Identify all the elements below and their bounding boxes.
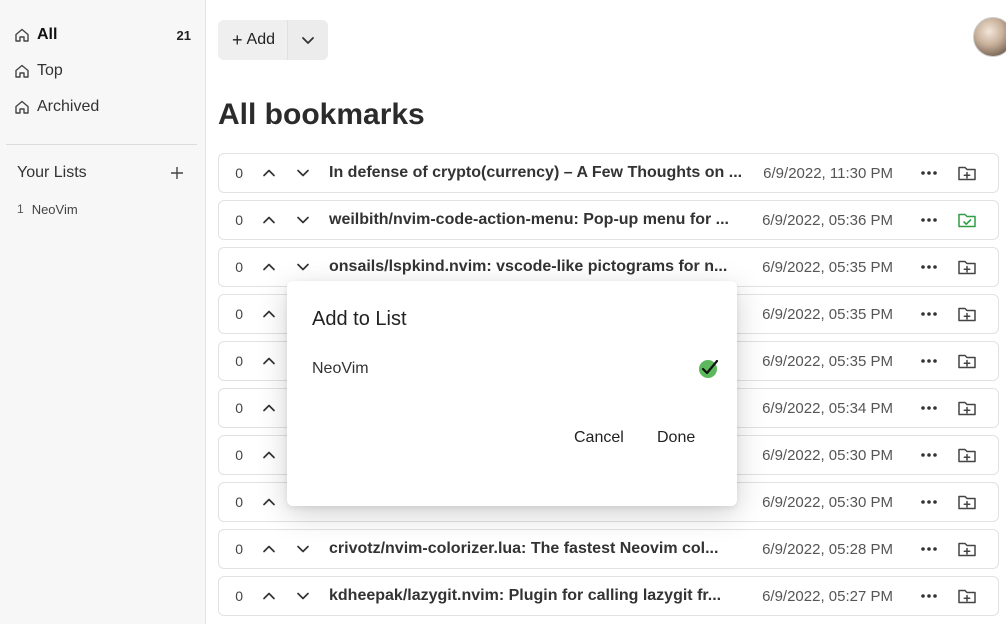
vote-score: 0	[235, 447, 243, 463]
sidebar-item-label: Top	[37, 62, 63, 79]
vote-score: 0	[235, 353, 243, 369]
upvote-icon[interactable]	[261, 165, 277, 181]
more-options-icon[interactable]	[919, 163, 939, 183]
bookmark-row[interactable]: 0 weilbith/nvim-code-action-menu: Pop-up …	[218, 200, 999, 240]
bookmark-date: 6/9/2022, 05:34 PM	[762, 399, 893, 417]
cancel-button[interactable]: Cancel	[574, 429, 624, 447]
add-button-group: + Add	[218, 20, 328, 60]
more-options-icon[interactable]	[919, 539, 939, 559]
more-options-icon[interactable]	[919, 586, 939, 606]
bookmark-title[interactable]: In defense of crypto(currency) – A Few T…	[329, 164, 751, 182]
add-to-folder-icon[interactable]	[957, 492, 977, 512]
bookmark-date: 6/9/2022, 05:30 PM	[762, 446, 893, 464]
bookmark-date: 6/9/2022, 05:27 PM	[762, 587, 893, 605]
home-icon	[15, 64, 29, 78]
more-options-icon[interactable]	[919, 492, 939, 512]
downvote-icon[interactable]	[295, 212, 311, 228]
sidebar-item-label: Archived	[37, 98, 100, 115]
downvote-icon[interactable]	[295, 259, 311, 275]
upvote-icon[interactable]	[261, 400, 277, 416]
bookmark-title[interactable]: kdheepak/lazygit.nvim: Plugin for callin…	[329, 587, 751, 605]
sidebar-item-label: All	[37, 26, 58, 43]
upvote-icon[interactable]	[261, 306, 277, 322]
bookmark-date: 6/9/2022, 05:35 PM	[762, 258, 893, 276]
add-list-icon[interactable]	[169, 165, 185, 181]
done-button[interactable]: Done	[657, 429, 695, 447]
more-options-icon[interactable]	[919, 210, 939, 230]
add-to-folder-icon[interactable]	[957, 304, 977, 324]
upvote-icon[interactable]	[261, 212, 277, 228]
lists-title: Your Lists	[17, 164, 87, 181]
vote-score: 0	[235, 259, 243, 275]
sidebar-divider	[6, 144, 197, 145]
add-to-folder-icon[interactable]	[957, 257, 977, 277]
add-to-list-dialog: Add to List NeoVim Cancel Done	[287, 281, 737, 506]
add-to-folder-icon[interactable]	[957, 163, 977, 183]
upvote-icon[interactable]	[261, 541, 277, 557]
dialog-title: Add to List	[312, 308, 407, 330]
more-options-icon[interactable]	[919, 304, 939, 324]
sidebar-item-top[interactable]: Top	[14, 59, 191, 83]
bookmark-date: 6/9/2022, 05:35 PM	[762, 305, 893, 323]
vote-score: 0	[235, 400, 243, 416]
more-options-icon[interactable]	[919, 257, 939, 277]
page-title: All bookmarks	[218, 98, 425, 131]
more-options-icon[interactable]	[919, 351, 939, 371]
bookmark-date: 6/9/2022, 05:30 PM	[762, 493, 893, 511]
add-to-folder-icon[interactable]	[957, 210, 977, 230]
sidebar-item-archived[interactable]: Archived	[14, 95, 191, 119]
sidebar-list-neovim[interactable]: 1 NeoVim	[17, 200, 78, 218]
bookmark-date: 6/9/2022, 05:35 PM	[762, 352, 893, 370]
bookmark-date: 6/9/2022, 05:36 PM	[762, 211, 893, 229]
more-options-icon[interactable]	[919, 445, 939, 465]
add-to-folder-icon[interactable]	[957, 351, 977, 371]
upvote-icon[interactable]	[261, 353, 277, 369]
list-index: 1	[17, 202, 24, 216]
add-to-folder-icon[interactable]	[957, 586, 977, 606]
lists-header: Your Lists	[17, 162, 185, 184]
check-icon[interactable]	[697, 356, 721, 380]
vote-score: 0	[235, 588, 243, 604]
dialog-list-name: NeoVim	[312, 360, 369, 377]
bookmark-title[interactable]: crivotz/nvim-colorizer.lua: The fastest …	[329, 540, 751, 558]
add-to-folder-icon[interactable]	[957, 445, 977, 465]
downvote-icon[interactable]	[295, 165, 311, 181]
avatar[interactable]	[973, 17, 1006, 57]
home-icon	[15, 28, 29, 42]
home-icon	[15, 100, 29, 114]
vote-score: 0	[235, 494, 243, 510]
bookmark-count: 21	[176, 27, 191, 43]
bookmark-title[interactable]: onsails/lspkind.nvim: vscode-like pictog…	[329, 258, 751, 276]
add-to-folder-icon[interactable]	[957, 398, 977, 418]
sidebar: All 21 Top Archived Your Lists 1 NeoVim	[0, 0, 206, 624]
upvote-icon[interactable]	[261, 588, 277, 604]
upvote-icon[interactable]	[261, 447, 277, 463]
upvote-icon[interactable]	[261, 259, 277, 275]
vote-score: 0	[235, 306, 243, 322]
bookmark-row[interactable]: 0 crivotz/nvim-colorizer.lua: The fastest…	[218, 529, 999, 569]
bookmark-title[interactable]: weilbith/nvim-code-action-menu: Pop-up m…	[329, 211, 751, 229]
vote-score: 0	[235, 212, 243, 228]
add-label: Add	[246, 31, 275, 48]
chevron-down-icon	[302, 37, 314, 44]
more-options-icon[interactable]	[919, 398, 939, 418]
upvote-icon[interactable]	[261, 494, 277, 510]
bookmark-row[interactable]: 0 kdheepak/lazygit.nvim: Plugin for calli…	[218, 576, 999, 616]
sidebar-item-all[interactable]: All 21	[14, 23, 191, 47]
add-to-folder-icon[interactable]	[957, 539, 977, 559]
plus-icon: +	[232, 29, 243, 50]
vote-score: 0	[235, 541, 243, 557]
bookmark-date: 6/9/2022, 11:30 PM	[763, 164, 893, 182]
list-label: NeoVim	[31, 201, 78, 217]
bookmark-date: 6/9/2022, 05:28 PM	[762, 540, 893, 558]
bookmark-row[interactable]: 0 In defense of crypto(currency) – A Few …	[218, 153, 999, 193]
vote-score: 0	[235, 165, 243, 181]
add-dropdown-button[interactable]	[287, 20, 328, 60]
downvote-icon[interactable]	[295, 588, 311, 604]
add-button[interactable]: + Add	[218, 20, 288, 60]
downvote-icon[interactable]	[295, 541, 311, 557]
